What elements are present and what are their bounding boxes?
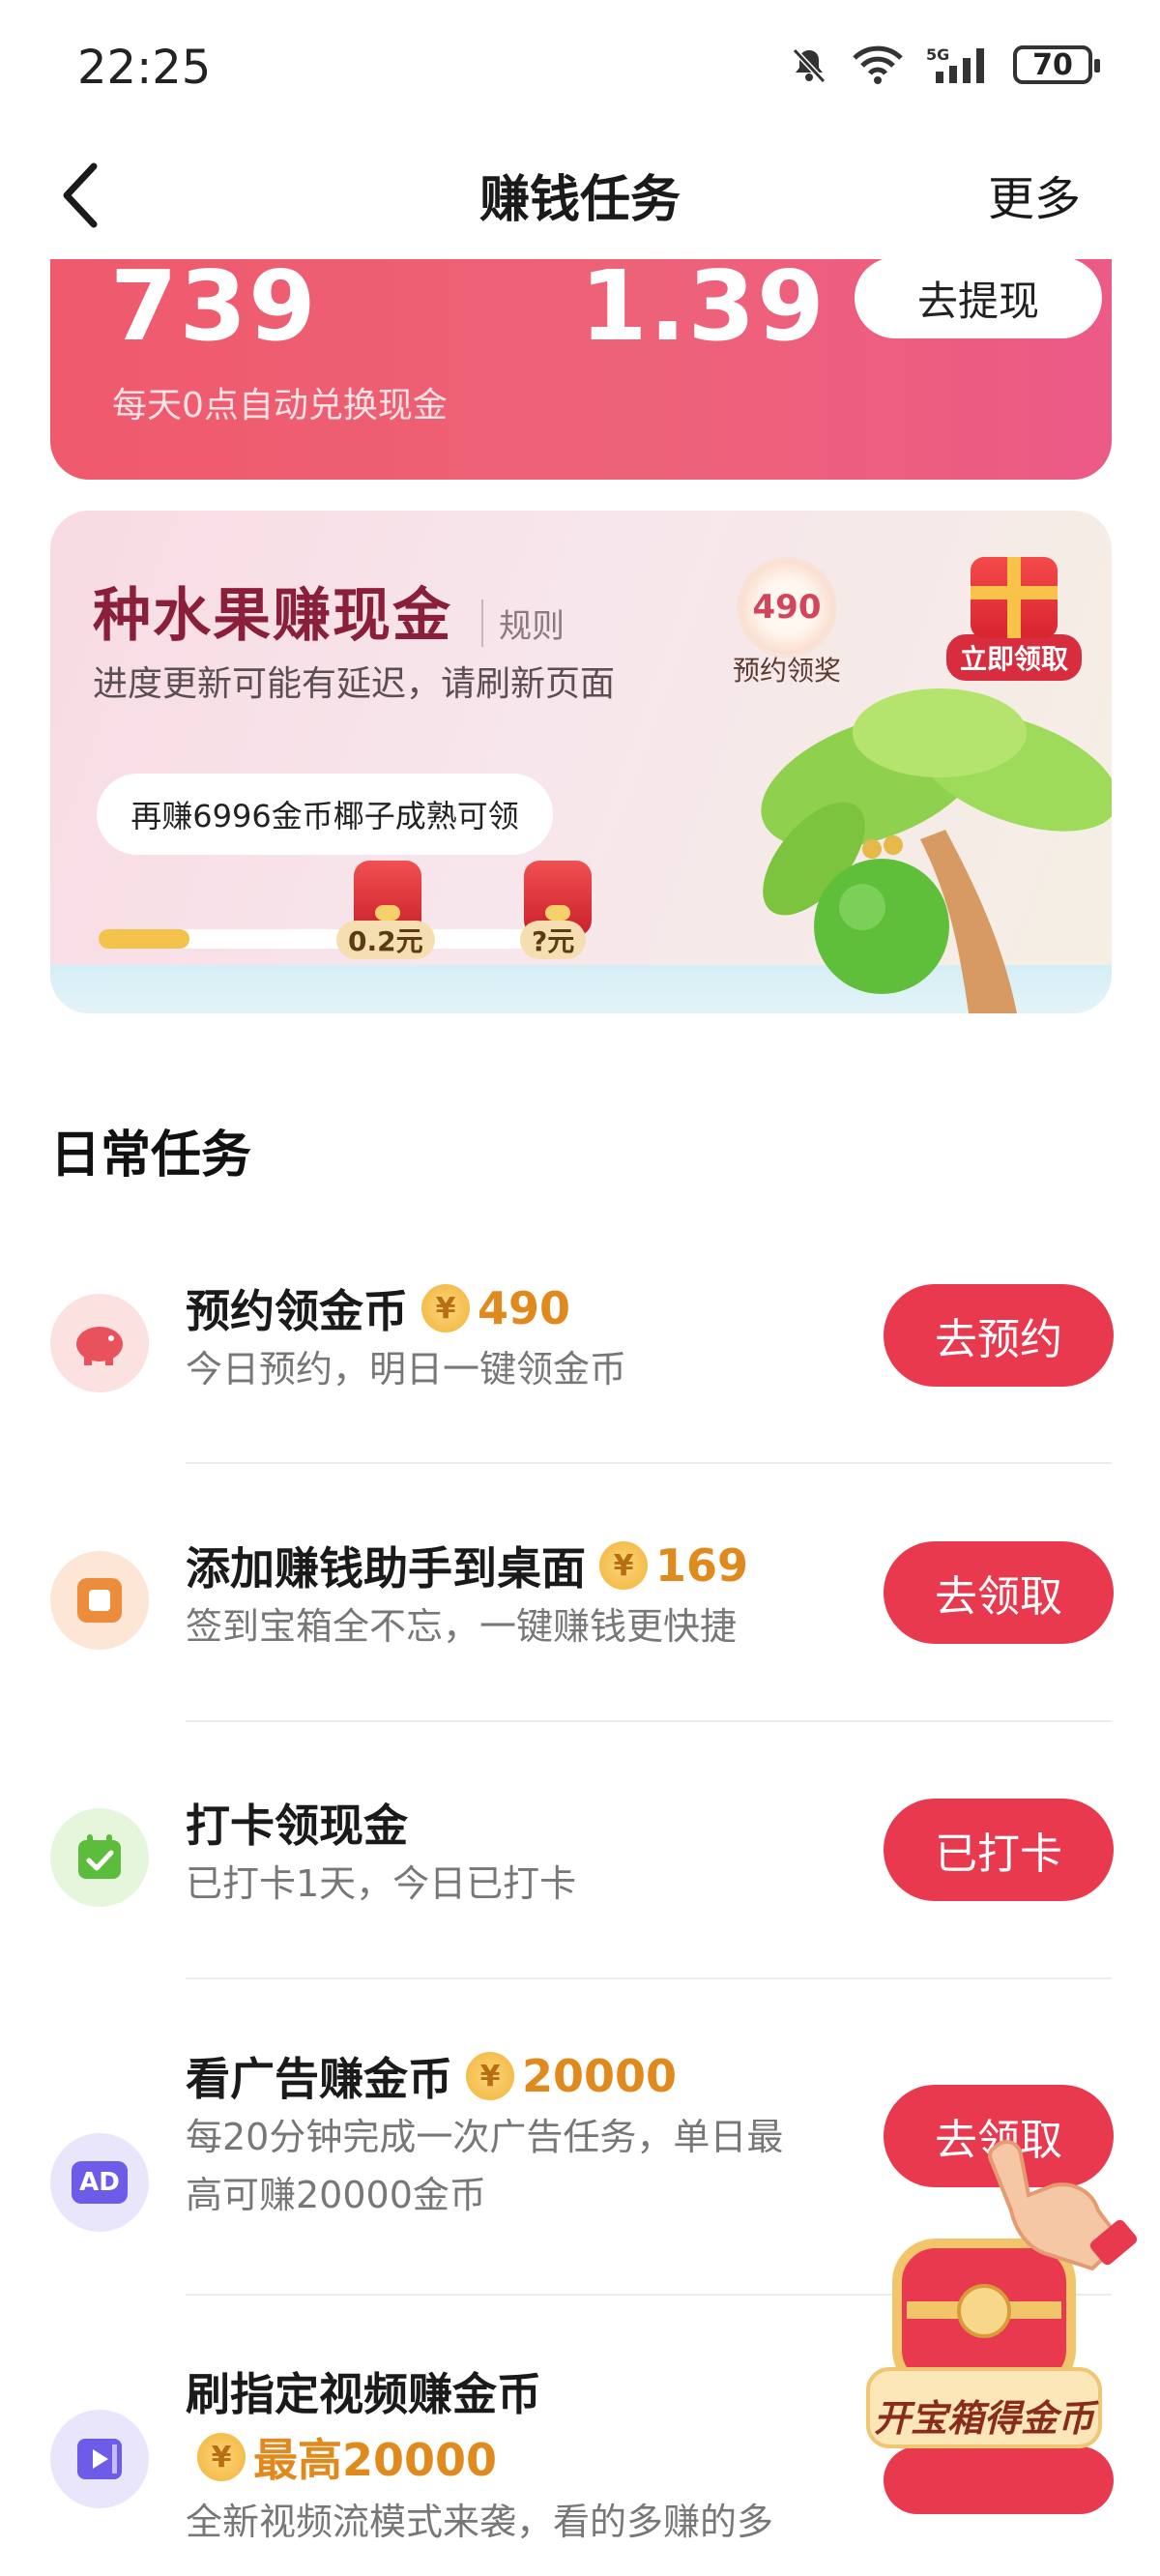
coin-amount: 490 [478, 1282, 571, 1334]
coin-icon: ¥ [599, 1541, 648, 1590]
signal-5g-icon: 5G [926, 45, 984, 83]
wifi-icon [853, 45, 903, 84]
reward-label-2: ?元 [520, 921, 587, 959]
mute-bell-icon [792, 47, 826, 84]
task-description-line2: 高可赚20000金币 [186, 2174, 486, 2216]
pointing-hand-icon [987, 2139, 1138, 2271]
gift-box-icon [971, 557, 1058, 638]
ad-icon: AD [50, 2133, 149, 2232]
exchange-note: 每天0点自动兑换现金 [112, 386, 448, 425]
desktop-widget-icon [50, 1551, 149, 1650]
battery-icon: 70 [1013, 45, 1100, 84]
rules-link[interactable]: 规则 [481, 600, 565, 647]
fruit-title: 种水果赚现金 [93, 582, 452, 650]
coconut-tree-icon [761, 688, 1112, 1013]
task-description: 签到宝箱全不忘，一键赚钱更快捷 [186, 1605, 738, 1648]
reserve-reward-badge[interactable]: 490 预约领奖 [727, 557, 847, 688]
coin-icon: ¥ [197, 2433, 246, 2481]
task-title: 添加赚钱助手到桌面 ¥ 169 [186, 1534, 748, 1597]
cash-balance: 1.39 [580, 259, 826, 363]
checked-in-button[interactable]: 已打卡 [884, 1799, 1114, 1901]
claim-now-label: 立即领取 [945, 634, 1082, 681]
fruit-subtitle: 进度更新可能有延迟，请刷新页面 [93, 664, 616, 704]
nav-bar: 赚钱任务 更多 [0, 135, 1160, 261]
coin-icon: ¥ [466, 2052, 514, 2100]
task-description: 已打卡1天，今日已打卡 [186, 1862, 577, 1905]
calendar-check-icon [50, 1808, 149, 1907]
page-title: 赚钱任务 [478, 171, 681, 229]
task-title-text: 添加赚钱助手到桌面 [186, 1542, 586, 1595]
svg-text:5G: 5G [926, 45, 949, 64]
task-title-text: 预约领金币 [186, 1285, 408, 1337]
task-description: 今日预约，明日一键领金币 [186, 1348, 627, 1390]
coconut-hint-bubble: 再赚6996金币椰子成熟可领 [97, 774, 553, 855]
coin-amount: 最高20000 [253, 2434, 498, 2486]
reserve-amount: 490 [737, 557, 837, 658]
task-title: 刷指定视频赚金币 [186, 2359, 541, 2423]
fruit-progress-bar [99, 929, 553, 949]
task-title-text: 看广告赚金币 [186, 2053, 452, 2105]
task-description: 全新视频流模式来袭，看的多赚的多 [186, 2501, 774, 2543]
treasure-label[interactable]: 开宝箱得金币 [853, 2388, 1116, 2442]
claim-button[interactable]: 去领取 [884, 1541, 1114, 1644]
task-title: 看广告赚金币 ¥ 20000 [186, 2044, 677, 2108]
status-time: 22:25 [77, 41, 212, 95]
coin-amount: 169 [655, 1539, 749, 1592]
divider [186, 1977, 1112, 1979]
coin-balance: 739 [110, 259, 318, 363]
divider [186, 1720, 1112, 1722]
progress-fill [99, 929, 189, 949]
task-title: 打卡领现金 [186, 1791, 408, 1855]
more-button[interactable]: 更多 [988, 161, 1081, 228]
task-title-text: 打卡领现金 [186, 1800, 408, 1852]
status-icons: 5G 70 [789, 44, 1100, 85]
task-title: 预约领金币 ¥ 490 [186, 1276, 570, 1340]
task-title-text: 刷指定视频赚金币 [186, 2368, 541, 2420]
reserve-button[interactable]: 去预约 [884, 1284, 1114, 1387]
reward-label-1: 0.2元 [336, 921, 435, 959]
cash-card: 739 1.39 去提现 每天0点自动兑换现金 [50, 259, 1112, 480]
coin-amount: 20000 [522, 2050, 678, 2102]
video-icon [50, 2410, 149, 2508]
coin-icon: ¥ [421, 1284, 470, 1332]
task-description-line1: 每20分钟完成一次广告任务，单日最 [186, 2116, 784, 2158]
fruit-game-card[interactable]: 种水果赚现金 规则 进度更新可能有延迟，请刷新页面 490 预约领奖 立即领取 … [50, 511, 1112, 1013]
piggy-bank-icon [50, 1294, 149, 1392]
status-bar: 22:25 5G 70 [0, 0, 1160, 135]
withdraw-button[interactable]: 去提现 [855, 259, 1102, 338]
daily-tasks-title: 日常任务 [50, 1127, 252, 1185]
ad-icon-label: AD [72, 2161, 128, 2204]
claim-gift-badge[interactable]: 立即领取 [942, 557, 1087, 681]
task-reward: ¥ 最高20000 [186, 2425, 497, 2489]
divider [186, 1462, 1112, 1464]
